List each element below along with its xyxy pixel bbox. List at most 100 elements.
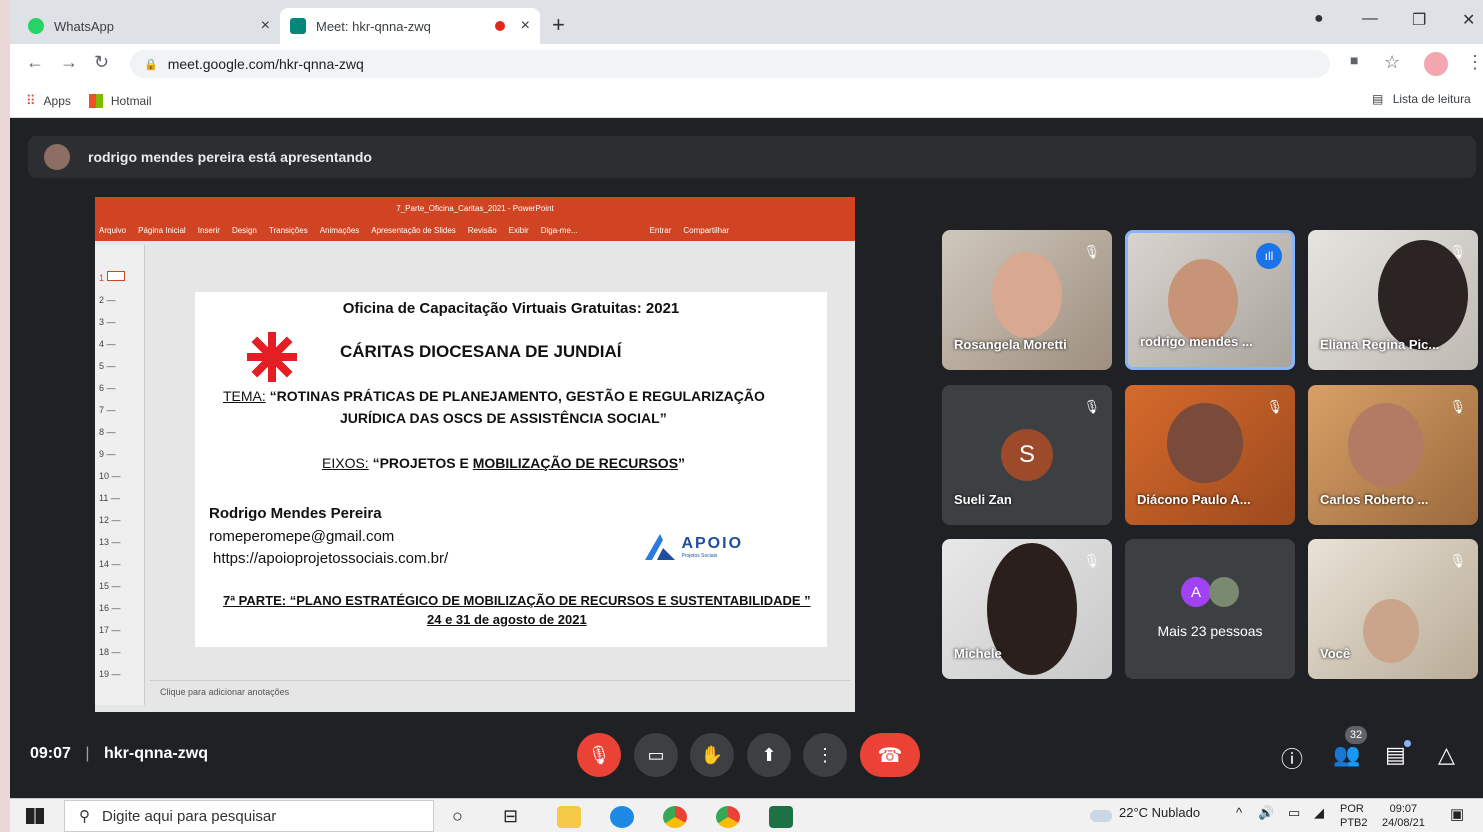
language-code: POR (1340, 803, 1364, 815)
part-title: “PLANO ESTRATÉGICO DE MOBILIZAÇÃO DE REC… (286, 593, 811, 608)
participant-tile[interactable]: S 🎙 Sueli Zan (942, 385, 1112, 525)
battery-icon[interactable]: ▭ (1288, 805, 1300, 821)
apoio-logo: APOIO Projetos Sociais (643, 532, 743, 562)
edge-icon[interactable] (610, 806, 634, 828)
participant-tile[interactable]: 🎙 Eliana Regina Pic... (1308, 230, 1478, 370)
restore-icon[interactable]: ❐ (1412, 10, 1426, 30)
notifications-icon[interactable]: ▣ (1450, 805, 1464, 823)
cortana-icon[interactable]: ○ (452, 806, 463, 827)
chrome-icon[interactable] (663, 806, 687, 828)
browser-menu-icon[interactable]: ⋮ (1466, 52, 1483, 73)
reload-icon[interactable]: ↻ (94, 52, 109, 73)
profile-avatar[interactable] (1424, 52, 1448, 76)
address-bar[interactable]: 🔒 meet.google.com/hkr-qnna-zwq (130, 50, 1330, 78)
bookmark-hotmail[interactable]: Hotmail (111, 94, 152, 108)
excel-icon[interactable] (769, 806, 793, 828)
presenter-site: https://apoioprojetossociais.com.br/ (213, 550, 449, 567)
mic-off-icon: 🎙 (587, 744, 611, 765)
eixos-a: “PROJETOS E (372, 455, 473, 471)
participant-tile[interactable]: 🎙 Michele (942, 539, 1112, 679)
presenting-text: rodrigo mendes pereira está apresentando (88, 149, 372, 165)
volume-icon[interactable]: 🔊 (1258, 805, 1274, 821)
camera-icon[interactable]: ■ (1350, 52, 1358, 68)
raise-hand-button[interactable]: ✋ (690, 733, 734, 777)
tab-title: WhatsApp (54, 18, 114, 34)
bookmark-apps[interactable]: Apps (44, 94, 71, 108)
meet-icon (290, 18, 306, 34)
meeting-time: 09:07 (30, 745, 71, 762)
hotmail-icon (88, 93, 103, 108)
participant-tile[interactable]: ıll rodrigo mendes ... (1125, 230, 1295, 370)
taskbar-search[interactable]: ⚲ Digite aqui para pesquisar (64, 800, 434, 832)
participant-name: Rosangela Moretti (954, 337, 1067, 352)
mic-off-icon: 🎙 (1449, 553, 1466, 568)
language-indicator[interactable]: POR PTB2 (1340, 802, 1368, 830)
more-participants-tile[interactable]: A Mais 23 pessoas (1125, 539, 1295, 679)
tema-line1: “ROTINAS PRÁTICAS DE PLANEJAMENTO, GESTÃ… (269, 388, 765, 404)
network-icon[interactable]: ◢ (1314, 805, 1324, 821)
close-window-icon[interactable]: ✕ (1462, 10, 1475, 30)
close-tab-icon[interactable]: × (261, 17, 270, 35)
weather-cloud-icon (1090, 810, 1112, 822)
ribbon-item: Revisão (467, 225, 497, 235)
participant-video (1167, 403, 1243, 483)
presenter-email: romeperomepe@gmail.com (209, 528, 395, 545)
present-button[interactable]: ⬆ (747, 733, 791, 777)
ribbon-item: Apresentação de Slides (371, 225, 456, 235)
weather-text[interactable]: 22°C Nublado (1119, 805, 1200, 820)
more-participants-label: Mais 23 pessoas (1157, 623, 1263, 639)
new-tab-button[interactable]: + (552, 12, 565, 38)
hand-icon: ✋ (700, 744, 724, 765)
tab-whatsapp[interactable]: WhatsApp × (18, 8, 280, 44)
participant-tile[interactable]: 🎙 Diácono Paulo A... (1125, 385, 1295, 525)
minimize-icon[interactable]: — (1362, 10, 1378, 28)
chat-notification-dot (1404, 740, 1411, 747)
meeting-details-button[interactable]: ⓘ (1281, 742, 1303, 774)
tab-title: Meet: hkr-qnna-zwq (316, 18, 431, 34)
back-icon[interactable]: ← (26, 52, 44, 73)
ribbon-item: Animações (319, 225, 360, 235)
windows-start-icon[interactable] (26, 808, 44, 824)
close-tab-icon[interactable]: × (521, 17, 530, 35)
participant-tile[interactable]: 🎙 Rosangela Moretti (942, 230, 1112, 370)
profile-menu-icon[interactable]: ● (1314, 10, 1324, 28)
hangup-icon: ☎ (877, 744, 903, 767)
participant-video (1168, 259, 1238, 343)
participant-tile[interactable]: 🎙 Carlos Roberto ... (1308, 385, 1478, 525)
ppt-ribbon: Arquivo Página Inicial Inserir Design Tr… (95, 219, 855, 241)
people-button[interactable]: 👥 (1333, 742, 1360, 768)
ribbon-item: Diga-me... (540, 225, 578, 235)
tray-expand-icon[interactable]: ^ (1236, 805, 1242, 820)
forward-icon[interactable]: → (60, 52, 78, 73)
eixos-b: MOBILIZAÇÃO DE RECURSOS (472, 455, 679, 471)
activities-button[interactable]: △ (1438, 742, 1455, 768)
ppt-notes-pane: Clique para adicionar anotações (150, 680, 850, 702)
taskbar-clock[interactable]: 09:07 24/08/21 (1382, 802, 1425, 830)
chat-button[interactable]: ▤ (1385, 742, 1406, 768)
task-view-icon[interactable]: ⊟ (503, 806, 518, 827)
more-options-button[interactable]: ⋮ (803, 733, 847, 777)
mic-toggle-button[interactable]: 🎙 (577, 733, 621, 777)
file-explorer-icon[interactable] (557, 806, 581, 828)
clock-time: 09:07 (1389, 803, 1418, 815)
leave-call-button[interactable]: ☎ (860, 733, 920, 777)
slide-dates: 24 e 31 de agosto de 2021 (427, 612, 587, 627)
meeting-info: 09:07 | hkr-qnna-zwq (30, 745, 208, 763)
speaking-indicator-icon: ıll (1256, 243, 1282, 269)
reading-list-button[interactable]: ▤ Lista de leitura (1372, 92, 1471, 106)
meeting-code: hkr-qnna-zwq (103, 745, 208, 762)
url-text: meet.google.com/hkr-qnna-zwq (167, 56, 364, 72)
reading-list-label: Lista de leitura (1392, 92, 1471, 106)
tab-meet[interactable]: Meet: hkr-qnna-zwq × (280, 8, 540, 44)
tema-line2: JURÍDICA DAS OSCS DE ASSISTÊNCIA SOCIAL” (340, 410, 667, 426)
bookmark-star-icon[interactable]: ☆ (1384, 52, 1400, 73)
participant-name: Eliana Regina Pic... (1320, 337, 1440, 352)
chrome-profile-icon[interactable] (716, 806, 740, 828)
whatsapp-icon (28, 18, 44, 34)
apoio-logo-sub: Projetos Sociais (681, 553, 718, 559)
ribbon-item: Entrar (649, 225, 672, 235)
camera-toggle-button[interactable]: ▭ (634, 733, 678, 777)
search-icon: ⚲ (79, 808, 90, 825)
mic-off-icon: 🎙 (1083, 399, 1100, 414)
self-tile[interactable]: 🎙 Você (1308, 539, 1478, 679)
